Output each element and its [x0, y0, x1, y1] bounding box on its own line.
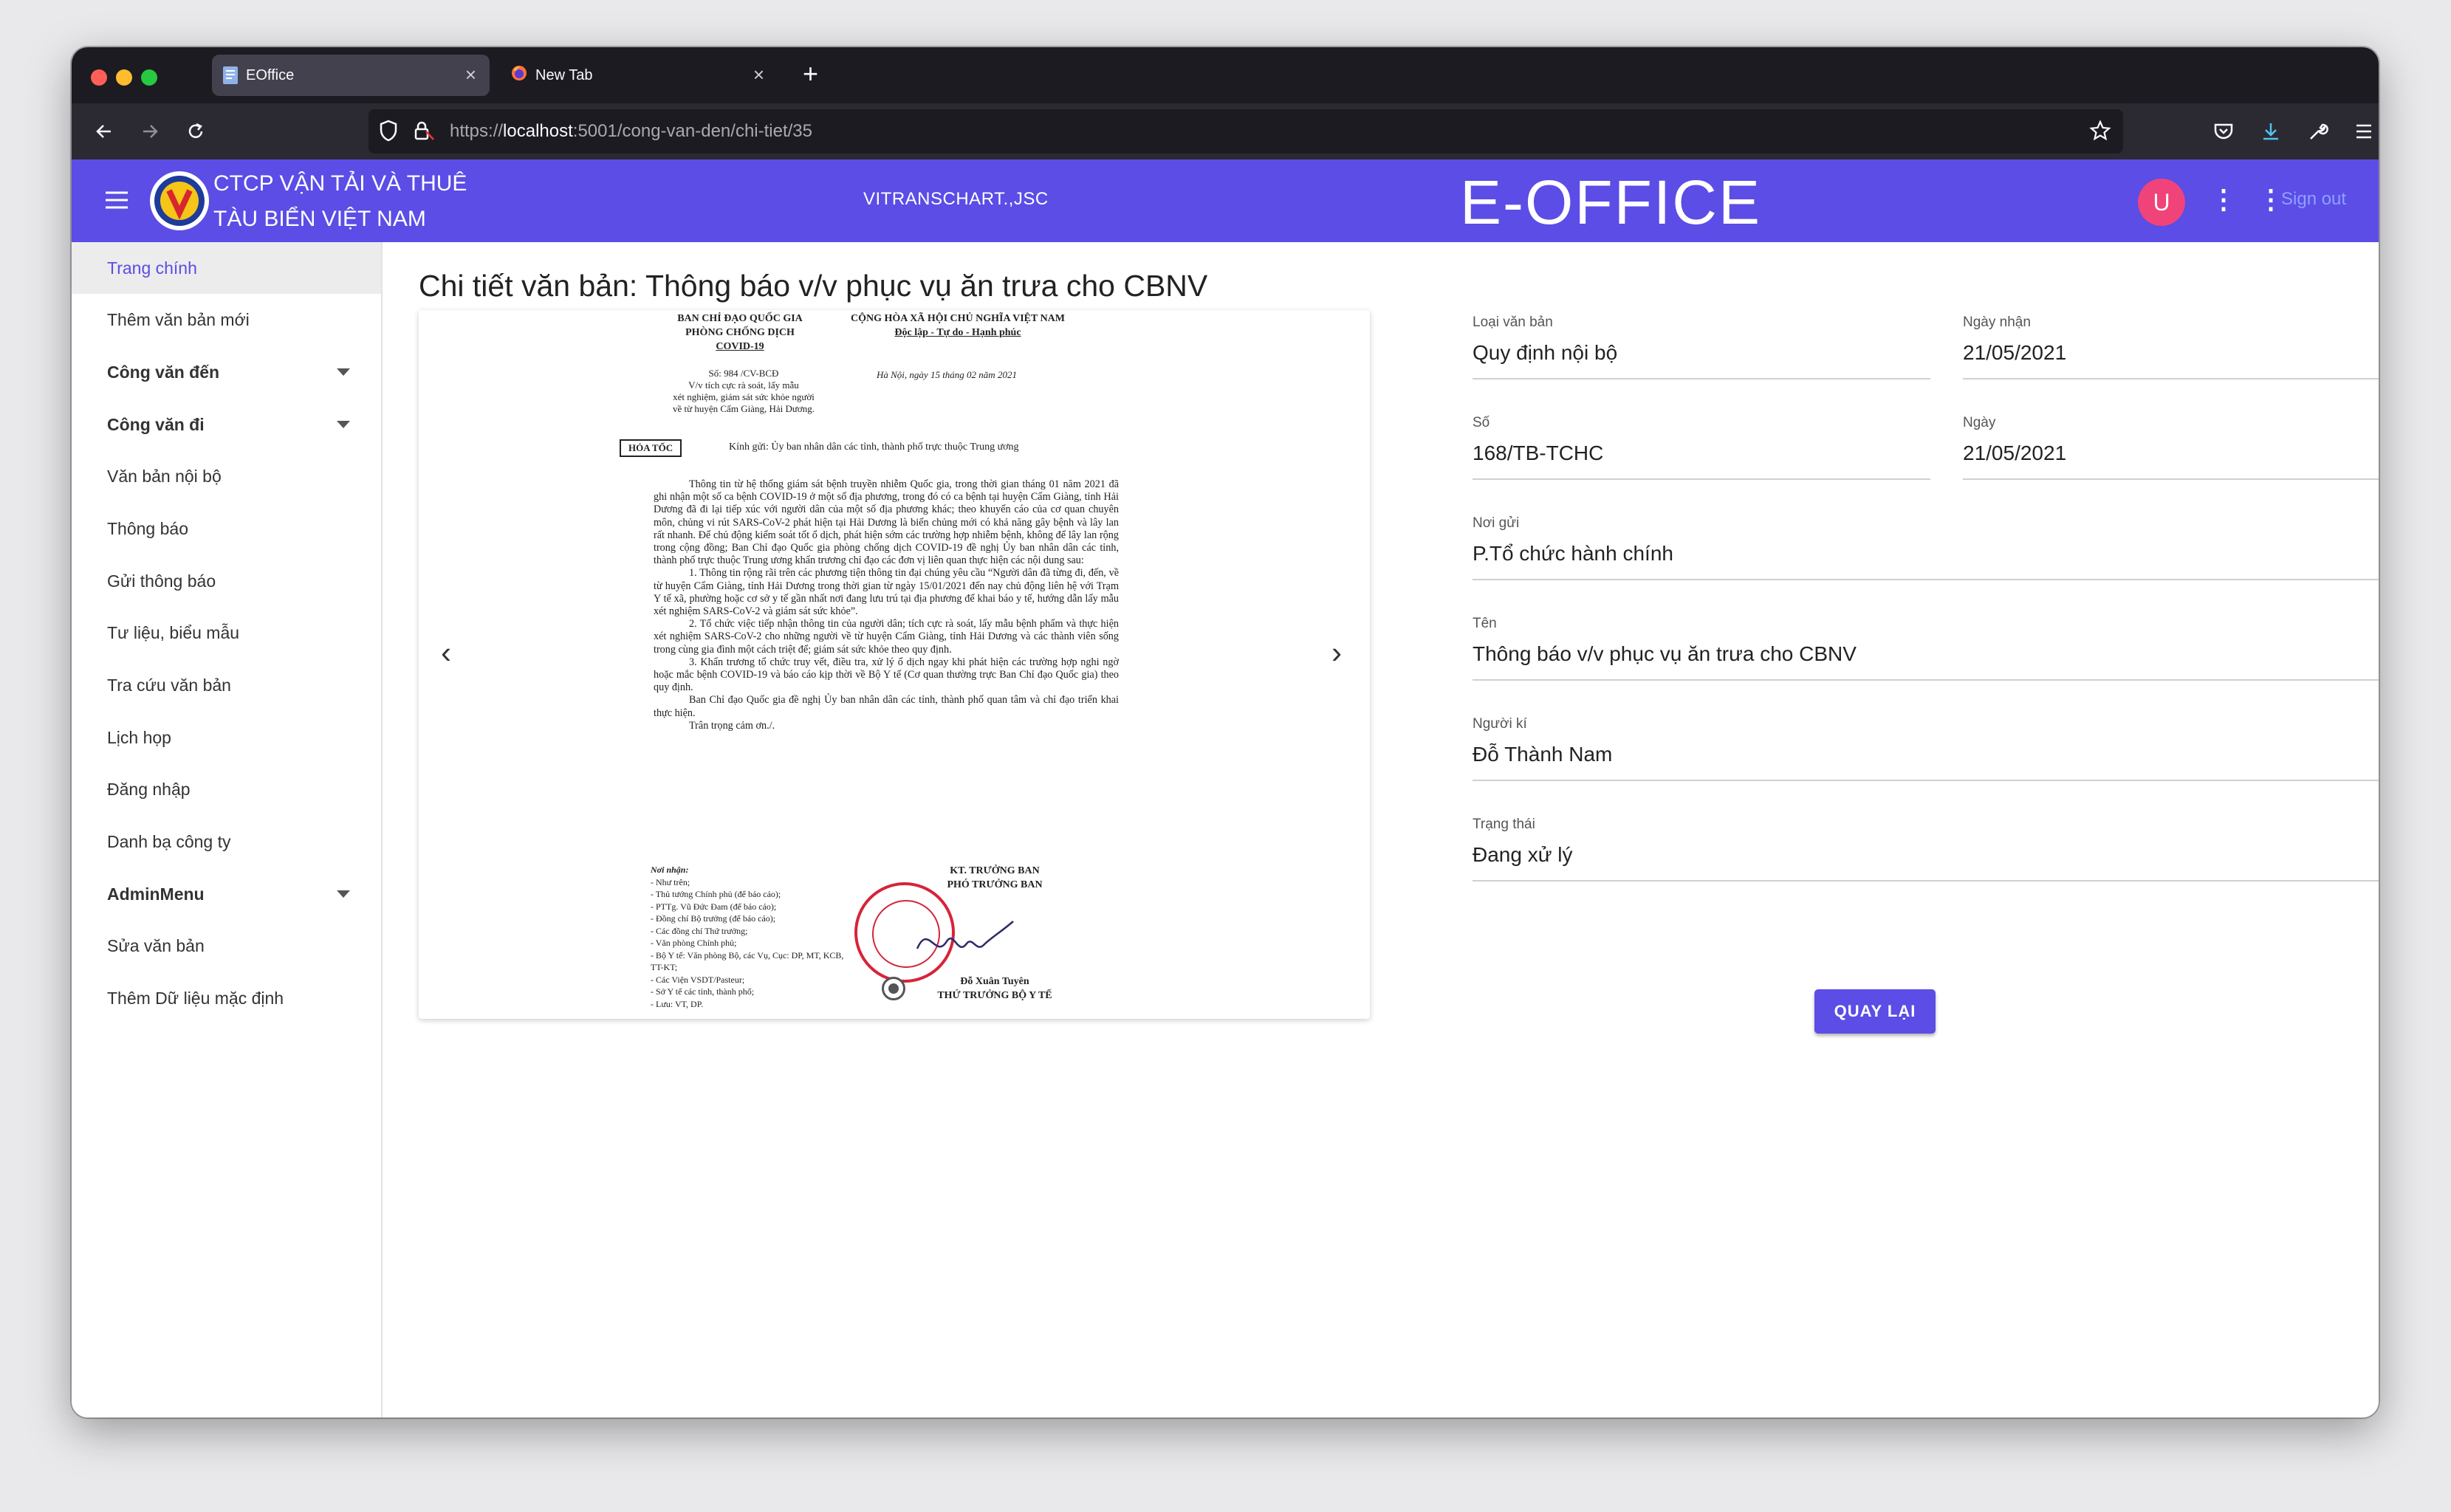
sidebar-item-sua-van-ban[interactable]: Sửa văn bản [72, 920, 381, 972]
reload-icon[interactable] [178, 114, 213, 149]
navigation-bar: https://localhost:5001/cong-van-den/chi-… [72, 103, 2379, 159]
doc-recipient: Kính gửi: Ủy ban nhân dân các tỉnh, thàn… [729, 441, 1019, 453]
app-title: E-OFFICE [1460, 168, 1761, 237]
sidebar-item-them-van-ban-moi[interactable]: Thêm văn bản mới [72, 294, 381, 346]
tab-title: EOffice [246, 66, 295, 83]
carousel-indicator[interactable] [882, 977, 905, 1000]
back-button[interactable]: QUAY LẠI [1814, 989, 1936, 1034]
chevron-right-icon[interactable]: › [1331, 635, 1342, 670]
chevron-down-icon [337, 368, 350, 376]
lock-icon[interactable] [413, 120, 435, 147]
company-short-name: VITRANSCHART.,JSC [863, 189, 1049, 209]
doc-recipients-list: Nơi nhận: - Như trên; - Thủ tướng Chính … [651, 865, 844, 1009]
shield-icon[interactable] [379, 120, 398, 147]
sidebar-item-them-du-lieu-mac-dinh[interactable]: Thêm Dữ liệu mặc định [72, 972, 381, 1024]
company-name: CTCP VẬN TẢI VÀ THUÊ TÀU BIỂN VIỆT NAM [213, 171, 467, 231]
tab-bar: EOffice × New Tab × + [72, 47, 2379, 103]
bookmark-star-icon[interactable] [2089, 120, 2111, 147]
field-ngay-nhan[interactable]: Ngày nhận 21/05/2021 [1963, 315, 2379, 379]
sidebar-item-dang-nhap[interactable]: Đăng nhập [72, 763, 381, 815]
close-window-button[interactable] [91, 69, 107, 86]
doc-urgent-stamp: HỎA TỐC [620, 439, 682, 457]
browser-window: EOffice × New Tab × + https://localhost:… [72, 47, 2379, 1418]
field-ngay[interactable]: Ngày 21/05/2021 [1963, 415, 2379, 480]
main-content: Chi tiết văn bản: Thông báo v/v phục vụ … [383, 242, 2379, 1418]
zoom-window-button[interactable] [141, 69, 157, 86]
sidebar-item-thong-bao[interactable]: Thông báo [72, 503, 381, 554]
firefox-icon [510, 64, 528, 86]
document-icon [222, 66, 239, 85]
sidebar-item-van-ban-noi-bo[interactable]: Văn bản nội bộ [72, 450, 381, 502]
doc-date: Hà Nội, ngày 15 tháng 02 năm 2021 [877, 369, 1017, 380]
document-image: BAN CHỈ ĐẠO QUỐC GIA PHÒNG CHỐNG DỊCH CO… [603, 310, 1120, 1019]
back-arrow-icon[interactable] [86, 114, 122, 149]
sidebar-item-trang-chinh[interactable]: Trang chính [72, 242, 381, 294]
wrench-icon[interactable] [2300, 114, 2336, 149]
new-tab-button[interactable]: + [803, 61, 818, 87]
sign-out-button[interactable]: Sign out [2281, 189, 2346, 210]
menu-icon[interactable] [104, 189, 129, 215]
download-icon[interactable] [2253, 114, 2289, 149]
close-tab-icon[interactable]: × [753, 65, 764, 84]
company-logo [148, 170, 210, 236]
close-tab-icon[interactable]: × [465, 65, 476, 84]
tab-title: New Tab [535, 66, 593, 83]
doc-body: Thông tin từ hệ thống giám sát bệnh truy… [654, 478, 1119, 732]
field-noi-gui[interactable]: Nơi gửi P.Tổ chức hành chính [1473, 515, 2379, 580]
chevron-down-icon [337, 890, 350, 898]
doc-left-header: BAN CHỈ ĐẠO QUỐC GIA PHÒNG CHỐNG DỊCH CO… [677, 313, 803, 352]
sidebar-item-gui-thong-bao[interactable]: Gửi thông báo [72, 555, 381, 607]
sidebar-item-danh-ba-cong-ty[interactable]: Danh bạ công ty [72, 816, 381, 867]
document-carousel: ‹ › BAN CHỈ ĐẠO QUỐC GIA PHÒNG CHỐNG DỊC… [419, 310, 1370, 1019]
more-vertical-icon[interactable]: ⋮ [2258, 186, 2284, 213]
field-ten[interactable]: Tên Thông báo v/v phục vụ ăn trưa cho CB… [1473, 616, 2379, 681]
minimize-window-button[interactable] [116, 69, 132, 86]
app-header: CTCP VẬN TẢI VÀ THUÊ TÀU BIỂN VIỆT NAM V… [72, 159, 2379, 242]
field-trang-thai[interactable]: Trạng thái Đang xử lý [1473, 817, 2379, 882]
field-nguoi-ki[interactable]: Người kí Đỗ Thành Nam [1473, 716, 2379, 781]
tab-eoffice[interactable]: EOffice × [212, 55, 490, 96]
sidebar-item-lich-hop[interactable]: Lịch họp [72, 712, 381, 763]
url-text: https://localhost:5001/cong-van-den/chi-… [450, 121, 812, 141]
tab-new-tab[interactable]: New Tab × [500, 55, 778, 96]
signature-image [916, 921, 1014, 949]
avatar[interactable]: U [2138, 179, 2185, 226]
page-title: Chi tiết văn bản: Thông báo v/v phục vụ … [419, 269, 1208, 303]
sidebar: Trang chính Thêm văn bản mới Công văn đế… [72, 242, 383, 1418]
doc-right-header: CỘNG HÒA XÃ HỘI CHỦ NGHĨA VIỆT NAM Độc l… [850, 313, 1065, 338]
hamburger-menu-icon[interactable] [2346, 114, 2379, 149]
field-so[interactable]: Số 168/TB-TCHC [1473, 415, 1930, 480]
chevron-down-icon [337, 421, 350, 428]
more-vertical-icon[interactable]: ⋮ [2210, 186, 2237, 213]
chevron-left-icon[interactable]: ‹ [441, 635, 451, 670]
doc-signer: Đỗ Xuân Tuyên THỨ TRƯỞNG BỘ Y TẾ [937, 976, 1052, 1001]
field-loai-van-ban[interactable]: Loại văn bản Quy định nội bộ [1473, 315, 1930, 379]
pocket-icon[interactable] [2206, 114, 2241, 149]
url-bar[interactable]: https://localhost:5001/cong-van-den/chi-… [368, 109, 2123, 154]
forward-arrow-icon[interactable] [132, 114, 168, 149]
doc-number: Số: 984 /CV-BCĐ V/v tích cực rà soát, lấ… [672, 368, 815, 414]
sidebar-item-tra-cuu-van-ban[interactable]: Tra cứu văn bản [72, 659, 381, 711]
sidebar-item-tu-lieu-bieu-mau[interactable]: Tư liệu, biểu mẫu [72, 607, 381, 659]
sidebar-item-admin-menu[interactable]: AdminMenu [72, 868, 381, 920]
sidebar-item-cong-van-den[interactable]: Công văn đến [72, 346, 381, 398]
sidebar-item-cong-van-di[interactable]: Công văn đi [72, 399, 381, 450]
